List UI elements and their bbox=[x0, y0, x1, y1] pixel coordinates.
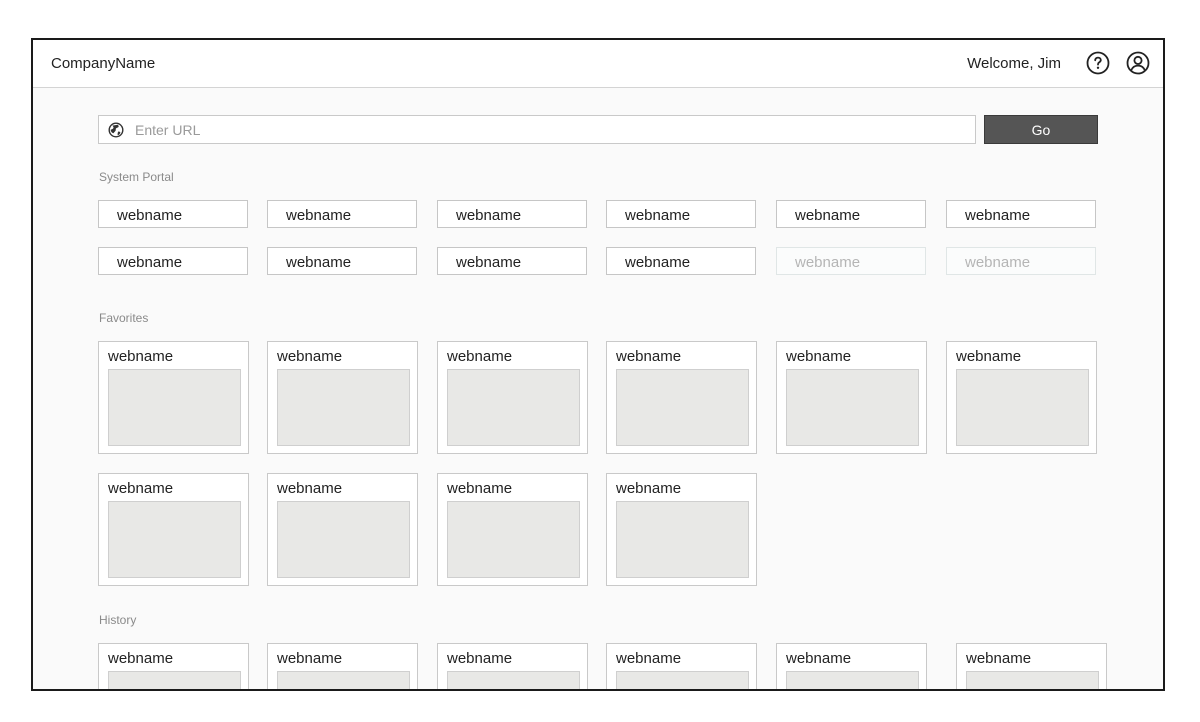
favorite-card[interactable]: webname bbox=[98, 473, 249, 586]
globe-icon bbox=[108, 122, 124, 138]
favorites-heading: Favorites bbox=[99, 311, 149, 325]
system-portal-link[interactable]: webname bbox=[267, 247, 417, 275]
favorite-card[interactable]: webname bbox=[776, 341, 927, 454]
card-title: webname bbox=[956, 348, 1022, 365]
system-portal-link[interactable]: webname bbox=[98, 200, 248, 228]
system-portal-link: webname bbox=[946, 247, 1096, 275]
favorite-card[interactable]: webname bbox=[946, 341, 1097, 454]
card-title: webname bbox=[616, 348, 682, 365]
user-account-icon[interactable] bbox=[1126, 51, 1150, 75]
history-card[interactable]: webname bbox=[267, 643, 418, 689]
history-heading: History bbox=[99, 613, 137, 627]
favorite-card[interactable]: webname bbox=[98, 341, 249, 454]
system-portal-link[interactable]: webname bbox=[437, 200, 587, 228]
url-input[interactable] bbox=[135, 119, 955, 140]
card-title: webname bbox=[447, 348, 513, 365]
card-title: webname bbox=[277, 650, 343, 667]
card-title: webname bbox=[108, 650, 174, 667]
system-portal-link[interactable]: webname bbox=[946, 200, 1096, 228]
card-title: webname bbox=[786, 348, 852, 365]
card-title: webname bbox=[786, 650, 852, 667]
app-window: CompanyName Welcome, Jim Go System Porta… bbox=[31, 38, 1165, 691]
welcome-text: Welcome, Jim bbox=[967, 55, 1061, 72]
site-thumbnail bbox=[277, 501, 410, 578]
site-thumbnail bbox=[447, 369, 580, 446]
card-title: webname bbox=[277, 348, 343, 365]
site-thumbnail bbox=[277, 671, 410, 689]
card-title: webname bbox=[966, 650, 1032, 667]
site-thumbnail bbox=[966, 671, 1099, 689]
favorite-card[interactable]: webname bbox=[606, 341, 757, 454]
site-thumbnail bbox=[108, 369, 241, 446]
site-thumbnail bbox=[616, 369, 749, 446]
history-card[interactable]: webname bbox=[98, 643, 249, 689]
top-bar: CompanyName Welcome, Jim bbox=[33, 40, 1163, 88]
site-thumbnail bbox=[447, 501, 580, 578]
card-title: webname bbox=[108, 348, 174, 365]
history-card[interactable]: webname bbox=[956, 643, 1107, 689]
go-button[interactable]: Go bbox=[984, 115, 1098, 144]
favorite-card[interactable]: webname bbox=[606, 473, 757, 586]
url-bar bbox=[98, 115, 976, 144]
card-title: webname bbox=[616, 480, 682, 497]
site-thumbnail bbox=[616, 501, 749, 578]
site-thumbnail bbox=[786, 671, 919, 689]
card-title: webname bbox=[108, 480, 174, 497]
system-portal-link[interactable]: webname bbox=[267, 200, 417, 228]
card-title: webname bbox=[447, 650, 513, 667]
favorite-card[interactable]: webname bbox=[267, 341, 418, 454]
history-card[interactable]: webname bbox=[606, 643, 757, 689]
system-portal-heading: System Portal bbox=[99, 170, 174, 184]
history-card[interactable]: webname bbox=[437, 643, 588, 689]
site-thumbnail bbox=[956, 369, 1089, 446]
favorite-card[interactable]: webname bbox=[437, 473, 588, 586]
site-thumbnail bbox=[786, 369, 919, 446]
system-portal-link[interactable]: webname bbox=[606, 200, 756, 228]
system-portal-link: webname bbox=[776, 247, 926, 275]
system-portal-link[interactable]: webname bbox=[776, 200, 926, 228]
history-card[interactable]: webname bbox=[776, 643, 927, 689]
system-portal-link[interactable]: webname bbox=[98, 247, 248, 275]
site-thumbnail bbox=[616, 671, 749, 689]
system-portal-link[interactable]: webname bbox=[437, 247, 587, 275]
site-thumbnail bbox=[108, 501, 241, 578]
company-name[interactable]: CompanyName bbox=[51, 55, 155, 72]
site-thumbnail bbox=[108, 671, 241, 689]
card-title: webname bbox=[616, 650, 682, 667]
site-thumbnail bbox=[277, 369, 410, 446]
favorite-card[interactable]: webname bbox=[437, 341, 588, 454]
card-title: webname bbox=[277, 480, 343, 497]
help-icon[interactable] bbox=[1086, 51, 1110, 75]
card-title: webname bbox=[447, 480, 513, 497]
site-thumbnail bbox=[447, 671, 580, 689]
favorite-card[interactable]: webname bbox=[267, 473, 418, 586]
system-portal-link[interactable]: webname bbox=[606, 247, 756, 275]
